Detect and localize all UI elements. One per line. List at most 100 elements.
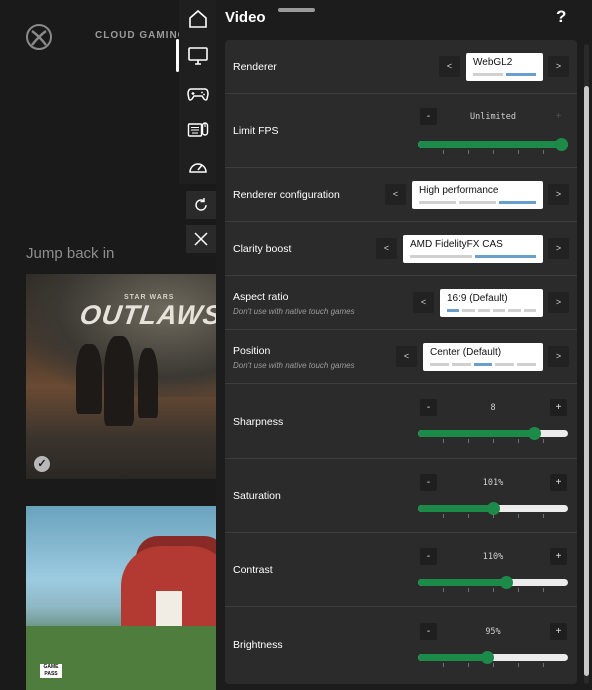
contrast-slider[interactable] xyxy=(418,576,568,592)
renderer-value: WebGL2 xyxy=(473,57,513,68)
sharpness-slider[interactable] xyxy=(418,427,568,443)
slider-tick xyxy=(443,150,444,154)
position-value: Center (Default) xyxy=(430,347,502,358)
fps-value: Unlimited xyxy=(469,112,517,122)
clarity-next-button[interactable]: > xyxy=(548,238,569,259)
renderer-config-value: High performance xyxy=(419,185,499,196)
brightness-slider[interactable] xyxy=(418,651,568,667)
rail-input-button[interactable] xyxy=(179,111,216,148)
saturation-slider[interactable] xyxy=(418,502,568,518)
option-indicator xyxy=(499,201,536,204)
close-icon xyxy=(194,232,208,246)
setting-renderer-configuration: Renderer configuration < High performanc… xyxy=(225,168,577,222)
renderer-select[interactable]: WebGL2 xyxy=(466,53,543,81)
slider-tick xyxy=(493,663,494,667)
brightness-decrease-button[interactable]: - xyxy=(420,623,437,640)
renderer-config-prev-button[interactable]: < xyxy=(385,184,406,205)
clarity-prev-button[interactable]: < xyxy=(376,238,397,259)
rail-controller-button[interactable] xyxy=(179,74,216,111)
sharpness-increase-button[interactable]: + xyxy=(550,399,567,416)
game-pass-badge: GAME PASS xyxy=(40,664,62,678)
drag-handle[interactable] xyxy=(278,8,315,12)
renderer-prev-button[interactable]: < xyxy=(439,56,460,77)
aspect-ratio-select[interactable]: 16:9 (Default) xyxy=(440,289,543,317)
setting-sharpness: Sharpness - 8 + xyxy=(225,384,577,459)
slider-tick xyxy=(543,663,544,667)
slider-tick xyxy=(518,514,519,518)
slider-tick xyxy=(518,439,519,443)
option-indicator xyxy=(517,363,536,366)
option-indicator xyxy=(459,201,496,204)
sharpness-decrease-button[interactable]: - xyxy=(420,399,437,416)
setting-brightness: Brightness - 95% + xyxy=(225,607,577,684)
rail-display-button[interactable] xyxy=(176,37,216,74)
option-indicator xyxy=(506,73,536,76)
refresh-icon xyxy=(195,198,207,211)
clarity-boost-value: AMD FidelityFX CAS xyxy=(410,239,503,250)
option-indicator xyxy=(462,309,475,312)
brightness-value: 95% xyxy=(485,627,501,637)
renderer-next-button[interactable]: > xyxy=(548,56,569,77)
scrollbar-thumb[interactable] xyxy=(584,86,589,676)
slider-tick xyxy=(518,588,519,592)
setting-clarity-boost: Clarity boost < AMD FidelityFX CAS > xyxy=(225,222,577,276)
slider-tick xyxy=(493,514,494,518)
slider-tick xyxy=(468,588,469,592)
setting-label: Brightness xyxy=(233,639,283,651)
brightness-increase-button[interactable]: + xyxy=(550,623,567,640)
sharpness-value: 8 xyxy=(490,403,496,413)
option-indicator xyxy=(419,201,456,204)
position-prev-button[interactable]: < xyxy=(396,346,417,367)
fps-slider[interactable] xyxy=(418,138,568,154)
game-tile-farm[interactable]: GAME PASS xyxy=(26,506,216,690)
setting-contrast: Contrast - 110% + xyxy=(225,533,577,607)
slider-tick xyxy=(543,150,544,154)
slider-tick xyxy=(543,514,544,518)
slider-tick xyxy=(543,439,544,443)
position-next-button[interactable]: > xyxy=(548,346,569,367)
close-button[interactable] xyxy=(186,225,216,253)
settings-rail xyxy=(176,0,216,185)
slider-tick xyxy=(518,150,519,154)
aspect-next-button[interactable]: > xyxy=(548,292,569,313)
fps-decrease-button[interactable]: - xyxy=(420,108,437,125)
tile-title-main: OUTLAWS xyxy=(77,300,216,330)
slider-tick xyxy=(493,588,494,592)
option-indicator xyxy=(447,309,460,312)
game-tile-star-wars-outlaws[interactable]: STAR WARS OUTLAWS ✓ xyxy=(26,274,216,479)
contrast-decrease-button[interactable]: - xyxy=(420,548,437,565)
clarity-boost-select[interactable]: AMD FidelityFX CAS xyxy=(403,235,543,263)
xbox-logo-icon xyxy=(26,24,52,50)
slider-tick xyxy=(443,514,444,518)
help-button[interactable]: ? xyxy=(556,7,566,27)
setting-label: Saturation xyxy=(233,490,281,502)
setting-label: Contrast xyxy=(233,564,273,576)
sharpness-slider-thumb[interactable] xyxy=(527,427,541,440)
slider-tick xyxy=(468,514,469,518)
option-indicator xyxy=(474,255,536,258)
rail-stats-button[interactable] xyxy=(179,148,216,185)
renderer-config-select[interactable]: High performance xyxy=(412,181,543,209)
saturation-decrease-button[interactable]: - xyxy=(420,474,437,491)
contrast-increase-button[interactable]: + xyxy=(550,548,567,565)
slider-tick xyxy=(543,588,544,592)
option-indicator xyxy=(473,73,503,76)
fps-increase-button[interactable]: + xyxy=(550,108,567,125)
contrast-value: 110% xyxy=(482,552,504,562)
aspect-prev-button[interactable]: < xyxy=(413,292,434,313)
renderer-config-next-button[interactable]: > xyxy=(548,184,569,205)
contrast-slider-thumb[interactable] xyxy=(500,576,514,589)
reload-button[interactable] xyxy=(186,191,216,219)
fps-slider-thumb[interactable] xyxy=(555,138,568,151)
slider-tick xyxy=(468,663,469,667)
slider-tick xyxy=(468,439,469,443)
slider-tick xyxy=(443,663,444,667)
setting-label: Clarity boost xyxy=(233,243,292,255)
rail-home-button[interactable] xyxy=(179,0,216,37)
home-icon xyxy=(188,9,207,28)
panel-title: Video xyxy=(225,9,266,26)
setting-label: Renderer configuration xyxy=(233,189,340,201)
saturation-increase-button[interactable]: + xyxy=(550,474,567,491)
option-indicator xyxy=(495,363,515,366)
position-select[interactable]: Center (Default) xyxy=(423,343,543,371)
